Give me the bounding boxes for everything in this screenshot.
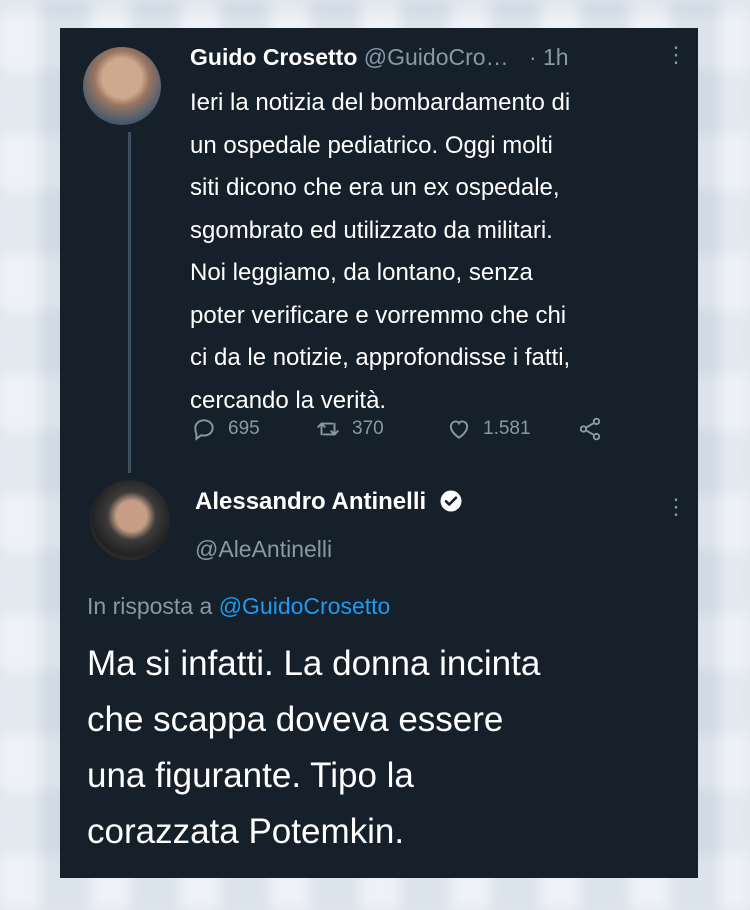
reply-tweet-text: Ma si infatti. La donna incinta che scap… [87,636,687,860]
tweet-line: ci da le notizie, approfondisse i fatti, [190,344,571,371]
tweet-line: siti dicono che era un ex ospedale, [190,174,560,201]
tweet-text: Ieri la notizia del bombardamento di un … [190,82,690,422]
reply-icon [194,419,214,441]
tweet-line: sgombrato ed utilizzato da militari. [190,216,553,244]
reply-button[interactable]: 695 [190,416,260,442]
avatar[interactable] [83,47,161,125]
reply-author-name-row: Alessandro Antinelli [195,488,463,516]
reply-context: In risposta a @GuidoCrosetto [87,593,390,620]
timestamp[interactable]: · 1h [529,44,569,70]
retweet-button[interactable]: 370 [314,416,384,442]
like-count: 1.581 [483,418,531,439]
reply-count: 695 [228,418,260,439]
more-options-icon[interactable]: ⋮ [665,42,687,68]
tweet-line: che scappa doveva essere [87,700,504,739]
author-name[interactable]: Guido Crosetto [190,44,357,70]
share-icon [579,417,601,441]
author-handle[interactable]: @AleAntinelli [195,536,332,563]
retweet-count: 370 [352,418,384,439]
author-handle[interactable]: @GuidoCro… [364,44,509,70]
tweet-header: Guido Crosetto @GuidoCro… · 1h [190,44,569,71]
author-name[interactable]: Alessandro Antinelli [195,488,426,515]
retweet-icon [317,422,339,436]
tweet-line: una figurante. Tipo la [87,756,414,795]
more-options-icon[interactable]: ⋮ [665,494,687,520]
mention-link[interactable]: @GuidoCrosetto [219,593,391,619]
tweet-thread-card: Guido Crosetto @GuidoCro… · 1h ⋮ Ieri la… [60,28,698,878]
avatar[interactable] [90,480,170,560]
tweet-line: Ieri la notizia del bombardamento di [190,89,571,116]
tweet-line: Noi leggiamo, da lontano, senza [190,259,533,286]
tweet-actions: 695 370 1.581 [190,416,650,446]
share-button[interactable] [576,416,604,442]
tweet-line: un ospedale pediatrico. Oggi molti [190,131,553,159]
heart-icon [449,420,469,439]
reply-prefix: In risposta a [87,593,213,619]
tweet-line: corazzata Potemkin. [87,812,405,851]
verified-badge-icon [440,490,462,512]
tweet-line: poter verificare e vorremmo che chi [190,301,567,329]
tweet-line: Ma si infatti. La donna incinta [87,644,541,683]
like-button[interactable]: 1.581 [445,416,531,442]
thread-connector-line [128,132,131,473]
